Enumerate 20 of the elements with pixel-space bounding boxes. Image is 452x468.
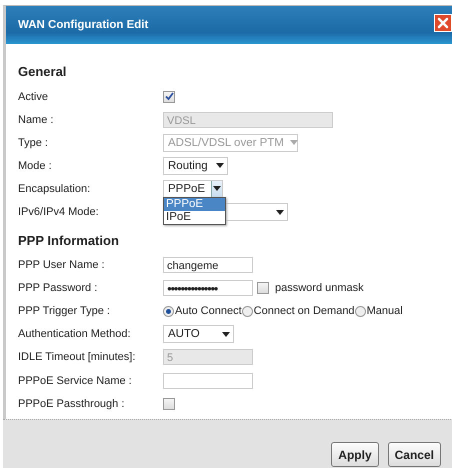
- field-label: PPP Password :: [18, 282, 98, 294]
- field-label: PPPoE Service Name :: [18, 374, 133, 387]
- window-title: WAN Configuration Edit: [18, 19, 148, 31]
- checkbox-label: password unmask: [275, 282, 364, 294]
- field-label: Active: [18, 90, 49, 103]
- radio-label: Connect on Demand: [254, 305, 355, 318]
- field-label: IDLE Timeout [minutes]:: [18, 351, 136, 364]
- field-label: PPP User Name :: [18, 259, 106, 272]
- field-label: IPv6/IPv4 Mode:: [18, 206, 100, 218]
- field-label: Encapsulation:: [18, 182, 92, 195]
- field-label: PPPoE Passthrough :: [18, 398, 126, 410]
- field-label: Mode :: [18, 160, 53, 172]
- field-label: Authentication Method:: [18, 328, 132, 340]
- field-label: PPP Trigger Type :: [18, 305, 111, 318]
- field-label: Name :: [18, 114, 54, 126]
- section-heading: General: [18, 63, 68, 81]
- field-label: Type :: [18, 136, 49, 149]
- section-heading: PPP Information: [18, 232, 120, 250]
- radio-label: Manual: [366, 305, 403, 318]
- radio-label: Auto Connect: [175, 305, 242, 318]
